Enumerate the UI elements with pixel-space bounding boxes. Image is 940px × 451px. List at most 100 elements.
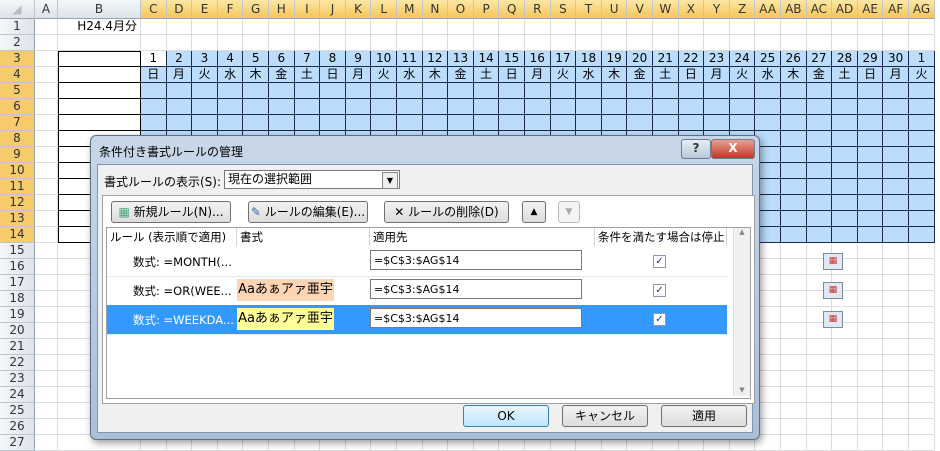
cell[interactable] [192, 99, 218, 115]
cell[interactable] [550, 19, 577, 35]
cell[interactable] [269, 83, 295, 99]
row-header[interactable]: 19 [0, 307, 35, 323]
cell[interactable] [525, 99, 551, 115]
close-button[interactable]: X [711, 139, 755, 159]
cell[interactable] [35, 51, 58, 67]
cell[interactable] [678, 115, 705, 131]
delete-rule-button[interactable]: ✕ ルールの削除(D) [384, 201, 509, 223]
cell[interactable] [653, 19, 679, 35]
cell[interactable] [58, 51, 141, 67]
cell[interactable] [857, 19, 884, 35]
cell[interactable] [806, 435, 833, 451]
cell[interactable] [627, 83, 653, 99]
weekday-cell[interactable]: 金 [448, 67, 474, 83]
cell[interactable] [525, 35, 551, 51]
cell[interactable] [397, 35, 423, 51]
cell[interactable] [832, 339, 858, 355]
show-rules-select[interactable]: 現在の選択範囲 ▼ [224, 170, 400, 189]
cell[interactable] [58, 67, 141, 83]
row-header[interactable]: 8 [0, 131, 35, 147]
weekday-cell[interactable]: 火 [909, 67, 935, 83]
cell[interactable] [832, 211, 858, 227]
cell[interactable] [345, 115, 372, 131]
row-header[interactable]: 5 [0, 83, 35, 99]
day-cell[interactable]: 9 [345, 51, 372, 67]
cell[interactable] [909, 387, 935, 403]
cell[interactable] [320, 115, 346, 131]
cell[interactable] [294, 99, 321, 115]
row-header[interactable]: 23 [0, 371, 35, 387]
cell[interactable] [704, 99, 730, 115]
weekday-cell[interactable]: 月 [166, 67, 193, 83]
cell[interactable] [781, 291, 807, 307]
cell[interactable] [166, 19, 193, 35]
cell[interactable] [909, 179, 935, 195]
cell[interactable] [857, 179, 884, 195]
cell[interactable] [269, 19, 295, 35]
cell[interactable] [704, 19, 730, 35]
cell[interactable] [35, 67, 58, 83]
cell[interactable] [473, 19, 500, 35]
cell[interactable] [832, 115, 858, 131]
cell[interactable] [627, 35, 653, 51]
cell[interactable] [857, 131, 884, 147]
cell[interactable] [832, 163, 858, 179]
weekday-cell[interactable]: 月 [345, 67, 372, 83]
row-header[interactable]: 21 [0, 339, 35, 355]
cell[interactable] [883, 131, 909, 147]
cell[interactable] [217, 115, 244, 131]
weekday-cell[interactable]: 水 [217, 67, 244, 83]
cell[interactable] [857, 355, 884, 371]
cell[interactable] [755, 83, 781, 99]
column-header[interactable]: K [345, 0, 372, 19]
cell[interactable] [781, 211, 807, 227]
cell[interactable] [320, 35, 346, 51]
cell[interactable] [832, 147, 858, 163]
day-cell[interactable]: 3 [192, 51, 218, 67]
stop-if-true-checkbox[interactable]: ✓ [653, 284, 666, 297]
cell[interactable] [35, 131, 58, 147]
cancel-button[interactable]: キャンセル [562, 405, 648, 427]
day-cell[interactable]: 20 [627, 51, 653, 67]
cell[interactable] [883, 435, 909, 451]
cell[interactable] [371, 19, 397, 35]
cell[interactable] [883, 243, 909, 259]
cell[interactable] [166, 35, 193, 51]
cell[interactable] [781, 179, 807, 195]
weekday-cell[interactable]: 火 [729, 67, 756, 83]
cell[interactable] [397, 83, 423, 99]
cell[interactable] [857, 147, 884, 163]
cell[interactable] [909, 131, 935, 147]
cell[interactable] [243, 35, 269, 51]
row-header[interactable]: 10 [0, 163, 35, 179]
cell[interactable] [781, 195, 807, 211]
day-cell[interactable]: 24 [729, 51, 756, 67]
cell[interactable] [35, 163, 58, 179]
cell[interactable] [909, 291, 935, 307]
cell[interactable] [576, 83, 602, 99]
rule-row[interactable]: 数式: =OR(WEE... Aaあぁアァ亜宇 =$C$3:$AG$14 ▦ ✓ [107, 276, 843, 306]
cell[interactable] [371, 99, 397, 115]
cell[interactable] [627, 19, 653, 35]
new-rule-button[interactable]: ▦ 新規ルール(N)... [111, 201, 231, 223]
weekday-cell[interactable]: 土 [832, 67, 858, 83]
cell[interactable] [35, 307, 58, 323]
cell[interactable] [806, 387, 833, 403]
weekday-cell[interactable]: 月 [525, 67, 551, 83]
column-header[interactable]: Q [499, 0, 525, 19]
cell[interactable] [525, 115, 551, 131]
ok-button[interactable]: OK [463, 405, 549, 427]
cell[interactable] [909, 355, 935, 371]
cell[interactable] [35, 355, 58, 371]
column-header[interactable]: C [141, 0, 167, 19]
cell[interactable] [806, 211, 833, 227]
row-header[interactable]: 12 [0, 195, 35, 211]
row-header[interactable]: 24 [0, 387, 35, 403]
row-header[interactable]: 6 [0, 99, 35, 115]
cell[interactable] [294, 35, 321, 51]
cell[interactable] [781, 435, 807, 451]
cell[interactable] [832, 35, 858, 51]
cell[interactable] [704, 35, 730, 51]
cell[interactable] [909, 115, 935, 131]
cell[interactable] [58, 35, 141, 51]
